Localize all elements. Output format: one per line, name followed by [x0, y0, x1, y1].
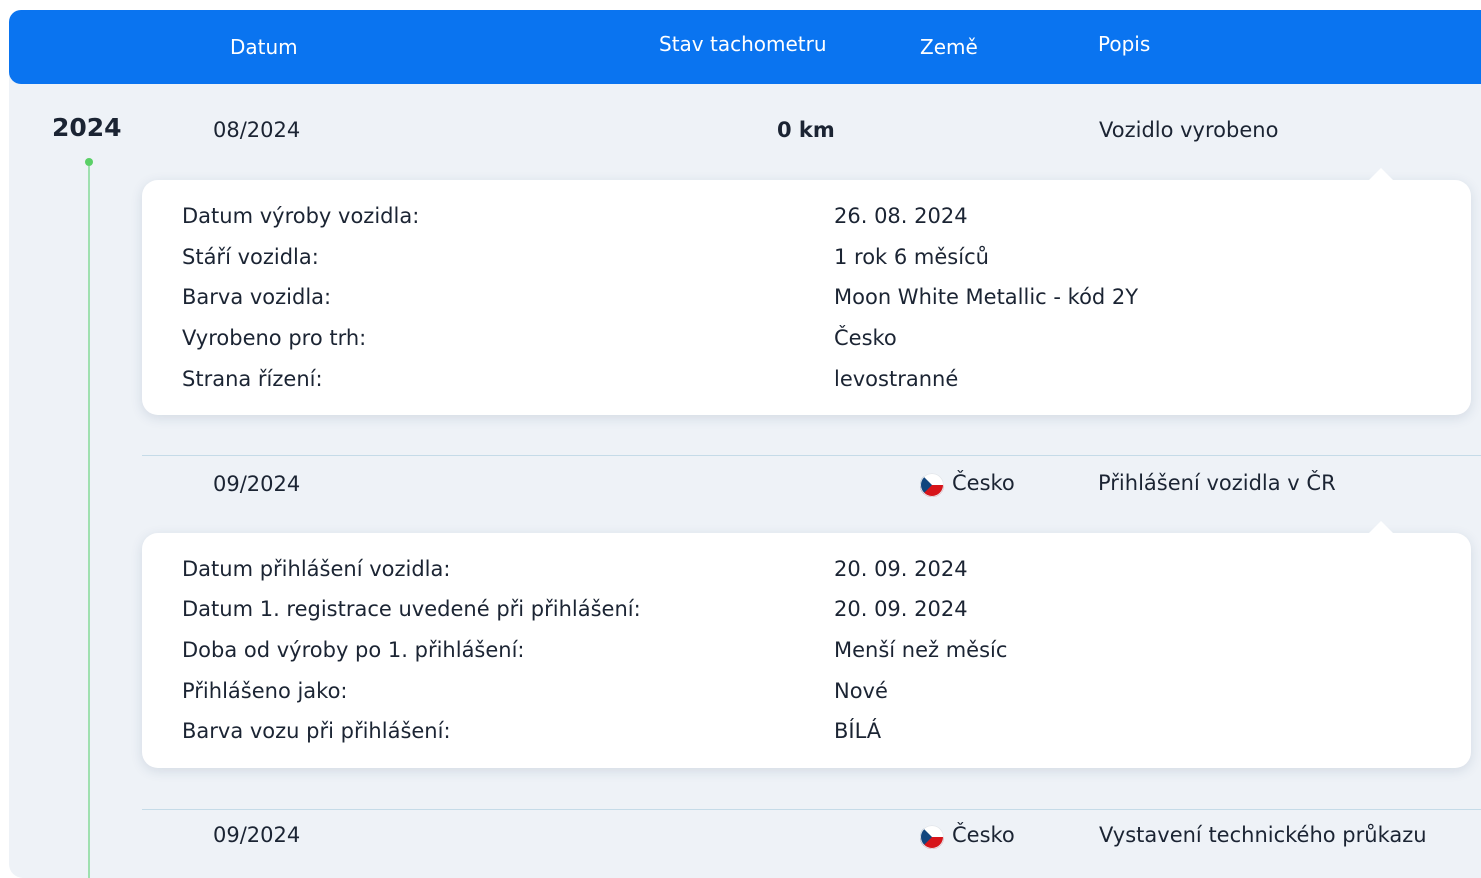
detail-row: Doba od výroby po 1. přihlášení: Menší n…: [182, 638, 1442, 668]
event-date: 08/2024: [213, 118, 301, 142]
detail-row: Datum 1. registrace uvedené při přihláše…: [182, 597, 1442, 627]
detail-value: 26. 08. 2024: [834, 204, 968, 228]
detail-label: Datum 1. registrace uvedené při přihláše…: [182, 597, 641, 621]
detail-row: Stáří vozidla: 1 rok 6 měsíců: [182, 245, 1442, 275]
detail-label: Barva vozu při přihlášení:: [182, 719, 451, 743]
detail-row: Strana řízení: levostranné: [182, 367, 1442, 397]
detail-row: Datum výroby vozidla: 26. 08. 2024: [182, 204, 1442, 234]
detail-label: Doba od výroby po 1. přihlášení:: [182, 638, 525, 662]
detail-value: levostranné: [834, 367, 959, 391]
header-zeme: Země: [920, 35, 978, 59]
detail-row: Barva vozidla: Moon White Metallic - kód…: [182, 285, 1442, 315]
detail-row: Barva vozu při přihlášení: BÍLÁ: [182, 719, 1442, 749]
detail-value: Moon White Metallic - kód 2Y: [834, 285, 1139, 309]
event-country: Česko: [952, 823, 1015, 847]
detail-label: Datum přihlášení vozidla:: [182, 557, 451, 581]
event-date: 09/2024: [213, 472, 301, 496]
detail-label: Přihlášeno jako:: [182, 679, 348, 703]
row-divider: [142, 455, 1481, 456]
timeline-dot: [85, 158, 93, 166]
detail-value: BÍLÁ: [834, 719, 882, 743]
detail-value: Nové: [834, 679, 888, 703]
vehicle-history-page: Datum Stav tachometru Země Popis 2024 08…: [0, 0, 1481, 878]
row-divider: [142, 809, 1481, 810]
header-datum: Datum: [230, 35, 298, 59]
table-header: Datum Stav tachometru Země Popis: [9, 10, 1481, 84]
detail-label: Vyrobeno pro trh:: [182, 326, 367, 350]
card-caret: [1368, 168, 1394, 181]
detail-value: 20. 09. 2024: [834, 597, 968, 621]
detail-value: Česko: [834, 326, 897, 350]
card-caret: [1368, 521, 1394, 534]
event-description: Přihlášení vozidla v ČR: [1098, 471, 1336, 495]
event-detail-card: Datum přihlášení vozidla: 20. 09. 2024 D…: [142, 521, 1471, 768]
detail-row: Datum přihlášení vozidla: 20. 09. 2024: [182, 557, 1442, 587]
detail-value: Menší než měsíc: [834, 638, 1008, 662]
detail-label: Strana řízení:: [182, 367, 323, 391]
detail-row: Vyrobeno pro trh: Česko: [182, 326, 1442, 356]
event-odometer: 0 km: [777, 118, 835, 142]
detail-label: Datum výroby vozidla:: [182, 204, 420, 228]
timeline-year: 2024: [52, 113, 122, 142]
event-detail-card: Datum výroby vozidla: 26. 08. 2024 Stáří…: [142, 168, 1471, 415]
detail-label: Barva vozidla:: [182, 285, 332, 309]
czech-flag-icon: [920, 473, 944, 497]
detail-label: Stáří vozidla:: [182, 245, 319, 269]
event-description: Vystavení technického průkazu: [1099, 823, 1427, 847]
czech-flag-icon: [920, 825, 944, 849]
event-country: Česko: [952, 471, 1015, 495]
detail-row: Přihlášeno jako: Nové: [182, 679, 1442, 709]
event-date: 09/2024: [213, 823, 301, 847]
event-description: Vozidlo vyrobeno: [1099, 118, 1279, 142]
header-stav-tachometru: Stav tachometru: [659, 32, 827, 56]
timeline-line: [88, 166, 90, 878]
detail-value: 20. 09. 2024: [834, 557, 968, 581]
header-popis: Popis: [1098, 32, 1151, 56]
detail-value: 1 rok 6 měsíců: [834, 245, 989, 269]
